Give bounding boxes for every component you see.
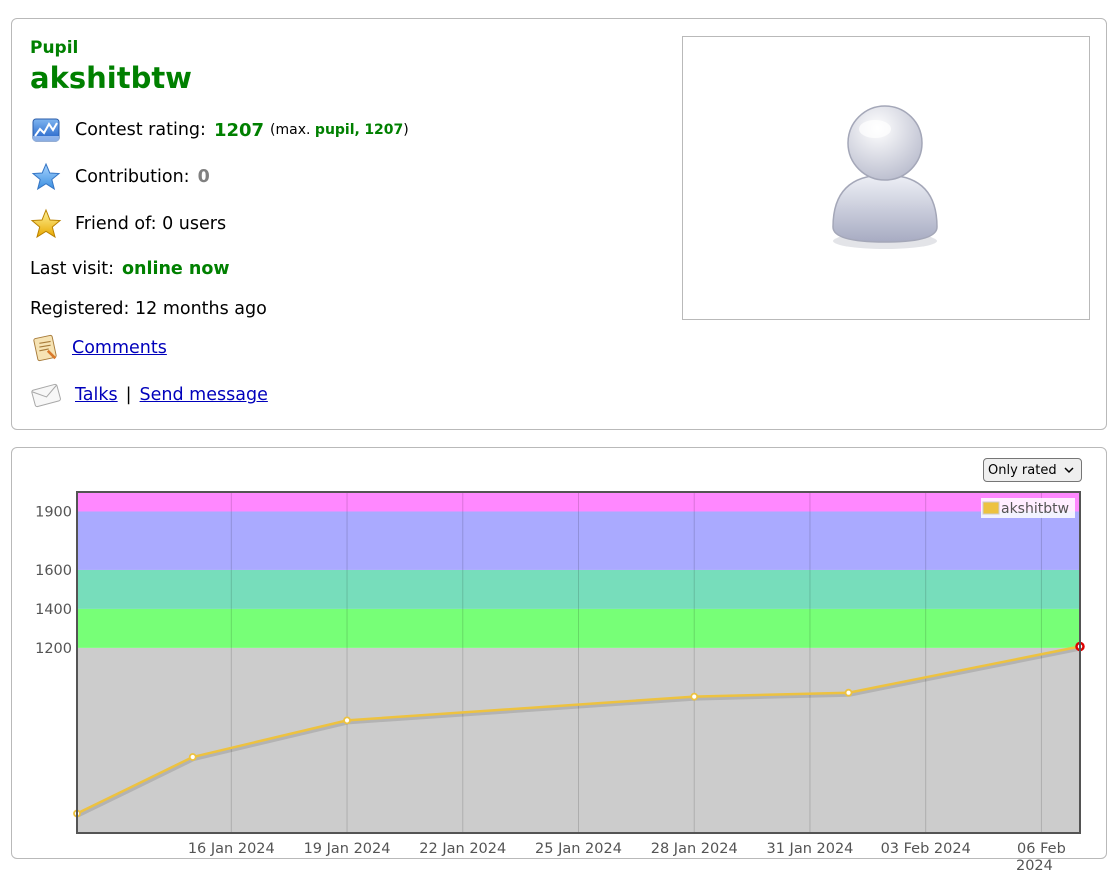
messages-row: Talks | Send message <box>30 379 268 411</box>
x-tick-label: 22 Jan 2024 <box>419 841 506 857</box>
avatar <box>682 36 1090 320</box>
x-tick-label: 31 Jan 2024 <box>766 841 853 857</box>
friend-of-text: Friend of: 0 users <box>75 214 227 234</box>
legend-label: akshitbtw <box>1001 501 1069 517</box>
gold-star-icon <box>30 208 62 239</box>
max-rating-note: (max. pupil, 1207) <box>270 122 409 138</box>
rating-graph-box: Only rated 16 Jan 2024 19 Jan 2024 22 Jan … <box>11 447 1107 874</box>
max-rank: pupil, <box>314 122 360 138</box>
envelope-icon <box>31 383 61 408</box>
last-visit-row: Last visit: online now <box>30 259 230 279</box>
send-message-link[interactable]: Send message <box>140 385 268 405</box>
y-tick-label: 1200 <box>35 641 72 657</box>
data-point <box>188 753 197 761</box>
data-point <box>690 692 699 701</box>
last-visit-label: Last visit: <box>30 259 114 279</box>
user-rank: Pupil <box>30 38 79 58</box>
friend-of-row: Friend of: 0 users <box>30 208 226 240</box>
max-rating: 1207 <box>364 122 404 138</box>
y-tick-label: 1400 <box>35 602 72 618</box>
default-user-avatar-icon <box>832 105 938 249</box>
user-handle[interactable]: akshitbtw <box>30 61 192 95</box>
contribution-value: 0 <box>197 167 210 187</box>
profile-info-box: Pupil akshitbtw Contest rating: 1207 (ma… <box>11 18 1107 430</box>
blue-star-icon <box>31 162 61 191</box>
x-tick-label: 06 Feb 2024 <box>1016 841 1066 874</box>
x-tick-label: 19 Jan 2024 <box>304 841 391 857</box>
x-tick-label: 25 Jan 2024 <box>535 841 622 857</box>
contribution-label: Contribution: <box>75 167 190 187</box>
talks-link[interactable]: Talks <box>75 385 118 405</box>
legend-swatch <box>982 501 1000 515</box>
data-point <box>844 688 853 697</box>
rating-graph-icon <box>32 118 60 142</box>
registered-row: Registered: 12 months ago <box>30 299 267 319</box>
comments-link[interactable]: Comments <box>72 338 167 358</box>
contest-rating-label: Contest rating: <box>75 120 206 140</box>
rating-chart: 16 Jan 2024 19 Jan 2024 22 Jan 2024 25 Jan … <box>35 491 1085 874</box>
data-point <box>343 716 351 725</box>
y-tick-label: 1600 <box>35 563 72 579</box>
x-tick-label: 28 Jan 2024 <box>651 841 738 857</box>
max-suffix: ) <box>403 122 409 138</box>
registered-text: Registered: 12 months ago <box>30 299 267 319</box>
y-tick-label: 1900 <box>35 504 72 520</box>
x-tick-label: 16 Jan 2024 <box>188 841 275 857</box>
comments-row: Comments <box>30 333 167 363</box>
contribution-row: Contribution: 0 <box>30 161 210 193</box>
last-visit-value: online now <box>121 259 230 279</box>
max-prefix: (max. <box>270 122 311 138</box>
contest-rating-value: 1207 <box>213 119 265 141</box>
contest-rating-row: Contest rating: 1207 (max. pupil, 1207) <box>30 114 409 146</box>
x-tick-label: 03 Feb 2024 <box>881 841 971 857</box>
link-separator: | <box>125 385 132 405</box>
comments-icon <box>33 334 57 362</box>
